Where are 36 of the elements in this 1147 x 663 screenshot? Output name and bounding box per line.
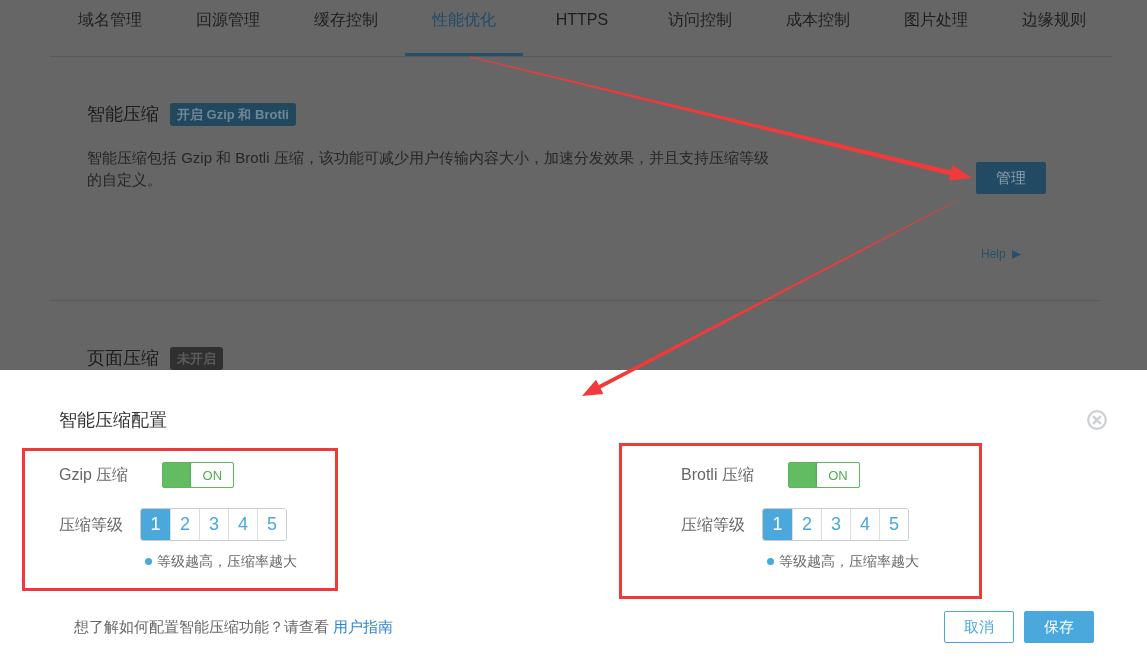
level-option[interactable]: 5 <box>257 509 286 540</box>
save-button[interactable]: 保存 <box>1024 611 1094 643</box>
hint-text: 等级越高，压缩率越大 <box>157 552 297 570</box>
level-option[interactable]: 1 <box>141 509 170 540</box>
setting-label: 压缩等级 <box>681 514 745 535</box>
setting-label: 压缩等级 <box>59 514 123 535</box>
section-title: 智能压缩 <box>87 103 159 126</box>
level-option[interactable]: 1 <box>763 509 792 540</box>
nav-tab[interactable]: HTTPS <box>523 0 641 56</box>
nav-tab[interactable]: 图片处理 <box>877 0 995 56</box>
close-icon[interactable] <box>1087 410 1107 430</box>
cancel-button[interactable]: 取消 <box>944 611 1014 643</box>
nav-tab[interactable]: 访问控制 <box>641 0 759 56</box>
status-badge: 开启 Gzip 和 Brotli <box>170 102 296 126</box>
nav-tab[interactable]: 边缘规则 <box>995 0 1113 56</box>
manage-button[interactable]: 管理 <box>976 162 1046 194</box>
section-description: 智能压缩包括 Gzip 和 Brotli 压缩，该功能可减少用户传输内容大小，加速分发效果，并且支持压缩等级的自定义。 <box>87 148 770 190</box>
nav-tab[interactable]: 缓存控制 <box>287 0 405 56</box>
setting-label: Gzip 压缩 <box>59 465 129 485</box>
nav-tab[interactable]: 成本控制 <box>759 0 877 56</box>
dialog-title: 智能压缩配置 <box>59 409 167 432</box>
toggle-switch[interactable]: ON <box>162 462 235 488</box>
setting-label: Brotli 压缩 <box>681 465 754 485</box>
hint-text: 等级越高，压缩率越大 <box>779 552 919 570</box>
bullet-dot-icon <box>145 557 152 565</box>
nav-tab[interactable]: 性能优化 <box>405 0 523 56</box>
user-guide-link[interactable]: 用户指南 <box>333 618 393 635</box>
bullet-dot-icon <box>767 557 774 565</box>
help-link[interactable]: Help <box>981 246 1021 262</box>
level-option[interactable]: 5 <box>879 509 908 540</box>
nav-tab[interactable]: 回源管理 <box>169 0 287 56</box>
section-title: 页面压缩 <box>87 347 159 370</box>
toggle-switch[interactable]: ON <box>787 462 860 488</box>
triangle-right-icon <box>1011 249 1021 259</box>
guide-text: 想了解如何配置智能压缩功能？请查看 用户指南 <box>74 617 393 637</box>
nav-tab[interactable]: 域名管理 <box>51 0 169 56</box>
